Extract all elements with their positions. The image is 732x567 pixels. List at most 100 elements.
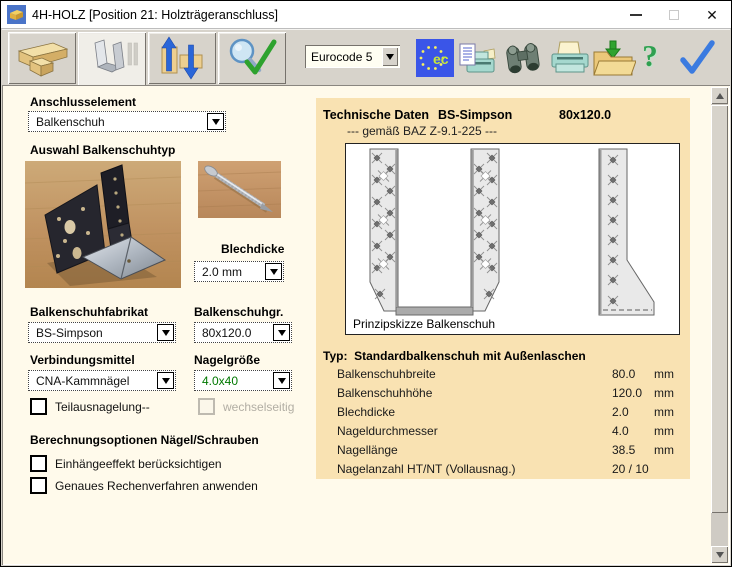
wechselseitig-checkbox: wechselseitig xyxy=(198,398,294,415)
anschlusselement-value: Balkenschuh xyxy=(30,113,206,130)
main-content: Anschlusselement Balkenschuh Auswahl Bal… xyxy=(2,85,730,565)
table-row: Nagelanzahl HT/NT (Vollausnag.)20 / 10 xyxy=(337,459,682,478)
titlebar: 4H-HOLZ [Position 21: Holzträgeranschlus… xyxy=(1,1,731,29)
checkbox-icon xyxy=(198,398,215,415)
teilausnagelung-checkbox[interactable]: Teilausnagelung-- xyxy=(30,398,150,415)
timber-beams-icon xyxy=(13,35,71,81)
toolbar-save-button[interactable] xyxy=(590,39,636,79)
toolbar-print-button[interactable] xyxy=(548,39,592,79)
typ-label: Typ: xyxy=(323,349,347,363)
chevron-down-icon xyxy=(386,54,394,60)
joist-hanger-icon xyxy=(83,37,141,83)
blechdicke-arrow[interactable] xyxy=(265,263,282,280)
checkbox-icon xyxy=(30,455,47,472)
load-arrows-icon xyxy=(153,35,211,81)
toolbar-ec-button[interactable]: ec xyxy=(416,39,454,77)
code-select-value: Eurocode 5 xyxy=(307,47,382,66)
minimize-button[interactable] xyxy=(617,2,655,28)
tech-data-panel: Technische Daten BS-Simpson 80x120.0 ---… xyxy=(316,98,690,479)
save-folder-icon xyxy=(590,39,636,79)
maximize-icon xyxy=(669,10,679,20)
checkbox-icon xyxy=(30,398,47,415)
code-select[interactable]: Eurocode 5 xyxy=(305,45,400,68)
nagel-select[interactable]: 4.0x40 xyxy=(194,370,292,391)
sketch-caption: Prinzipskizze Balkenschuh xyxy=(353,317,495,331)
toolbar-button-joist-hanger[interactable] xyxy=(78,32,146,87)
row-label: Balkenschuhbreite xyxy=(337,367,612,381)
einhaengeeffekt-label: Einhängeeffekt berücksichtigen xyxy=(55,457,222,471)
print-icon xyxy=(548,39,592,79)
minimize-icon xyxy=(630,14,642,16)
vertical-scrollbar[interactable] xyxy=(711,87,728,563)
row-value: 4.0 xyxy=(612,424,654,438)
tech-fabrikat: BS-Simpson xyxy=(438,108,512,122)
toolbar-confirm-button[interactable] xyxy=(678,39,716,77)
toolbar-button-load-arrows[interactable] xyxy=(148,32,216,84)
code-select-arrow[interactable] xyxy=(382,47,398,66)
row-label: Nageldurchmesser xyxy=(337,424,612,438)
genaues-verfahren-checkbox[interactable]: Genaues Rechenverfahren anwenden xyxy=(30,477,258,494)
row-unit: mm xyxy=(654,367,682,381)
joist-hanger-sketch xyxy=(346,144,679,334)
anschlusselement-label: Anschlusselement xyxy=(30,95,136,109)
tech-subtitle: --- gemäß BAZ Z-9.1-225 --- xyxy=(347,124,497,138)
row-label: Nagellänge xyxy=(337,443,612,457)
toolbar-button-check-magnifier[interactable] xyxy=(218,32,286,84)
fabrikat-select[interactable]: BS-Simpson xyxy=(28,322,176,343)
checkbox-icon xyxy=(30,477,47,494)
window-title: 4H-HOLZ [Position 21: Holzträgeranschlus… xyxy=(32,8,278,22)
fabrikat-label: Balkenschuhfabrikat xyxy=(30,305,148,319)
teilausnagelung-label: Teilausnagelung-- xyxy=(55,400,150,414)
table-row: Nagellänge38.5mm xyxy=(337,440,682,459)
wechselseitig-label: wechselseitig xyxy=(223,400,294,414)
check-magnifier-icon xyxy=(223,35,281,81)
row-value: 38.5 xyxy=(612,443,654,457)
typ-value: Standardbalkenschuh mit Außenlaschen xyxy=(354,349,586,363)
groesse-value: 80x120.0 xyxy=(196,324,272,341)
toolbar-print-preview-button[interactable] xyxy=(458,39,498,79)
principle-sketch: Prinzipskizze Balkenschuh xyxy=(345,143,680,335)
row-value: 120.0 xyxy=(612,386,654,400)
chevron-down-icon xyxy=(212,119,220,125)
scrollbar-thumb[interactable] xyxy=(711,105,728,513)
nail-photo xyxy=(198,161,281,218)
chevron-down-icon xyxy=(162,378,170,384)
table-row: Balkenschuhhöhe120.0mm xyxy=(337,383,682,402)
tech-table: Balkenschuhbreite80.0mm Balkenschuhhöhe1… xyxy=(337,364,682,478)
anschlusselement-select[interactable]: Balkenschuh xyxy=(28,111,226,132)
tech-title: Technische Daten xyxy=(323,108,429,122)
verbindung-select[interactable]: CNA-Kammnägel xyxy=(28,370,176,391)
tech-size: 80x120.0 xyxy=(559,108,611,122)
nagel-label: Nagelgröße xyxy=(194,353,260,367)
scroll-down-button[interactable] xyxy=(711,546,728,563)
nagel-arrow[interactable] xyxy=(273,372,290,389)
genaues-verfahren-label: Genaues Rechenverfahren anwenden xyxy=(55,479,258,493)
groesse-arrow[interactable] xyxy=(273,324,290,341)
close-button[interactable]: ✕ xyxy=(693,2,731,28)
joist-hanger-photo xyxy=(25,161,181,288)
maximize-button[interactable] xyxy=(655,2,693,28)
fabrikat-arrow[interactable] xyxy=(157,324,174,341)
groesse-select[interactable]: 80x120.0 xyxy=(194,322,292,343)
verbindung-arrow[interactable] xyxy=(157,372,174,389)
anschlusselement-arrow[interactable] xyxy=(207,113,224,130)
toolbar-help-button[interactable]: ? xyxy=(638,36,662,76)
row-value: 2.0 xyxy=(612,405,654,419)
row-unit: mm xyxy=(654,386,682,400)
toolbar-button-timber-beams[interactable] xyxy=(8,32,76,84)
row-value: 80.0 xyxy=(612,367,654,381)
scroll-up-button[interactable] xyxy=(711,87,728,104)
blechdicke-select[interactable]: 2.0 mm xyxy=(194,261,284,282)
auswahl-label: Auswahl Balkenschuhtyp xyxy=(30,143,175,157)
help-icon: ? xyxy=(642,38,658,74)
einhaengeeffekt-checkbox[interactable]: Einhängeeffekt berücksichtigen xyxy=(30,455,222,472)
fabrikat-value: BS-Simpson xyxy=(30,324,156,341)
binoculars-icon xyxy=(502,39,544,79)
chevron-down-icon xyxy=(278,378,286,384)
toolbar-search-button[interactable] xyxy=(502,39,544,79)
chevron-down-icon xyxy=(716,552,724,558)
chevron-up-icon xyxy=(716,93,724,99)
close-icon: ✕ xyxy=(706,8,718,22)
nagel-value: 4.0x40 xyxy=(196,372,272,389)
svg-text:ec: ec xyxy=(433,51,449,67)
